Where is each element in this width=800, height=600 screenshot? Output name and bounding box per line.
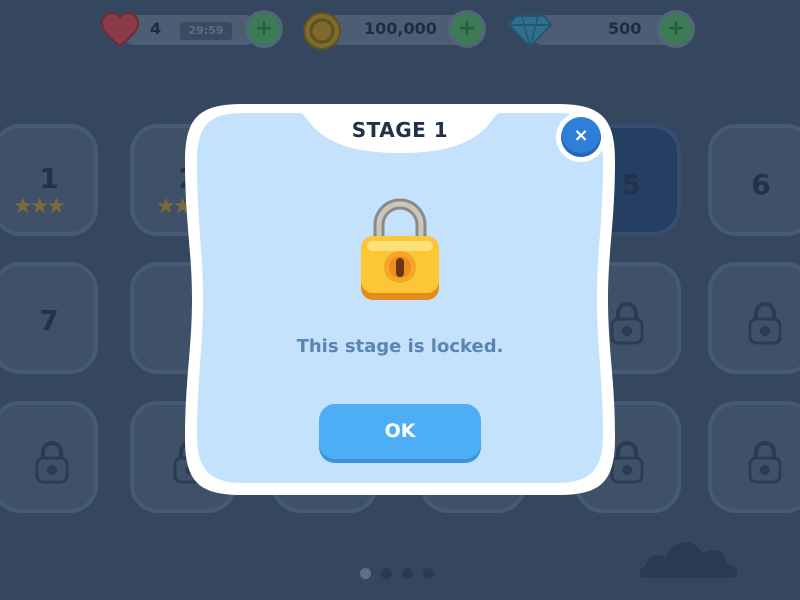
page-dot[interactable] — [381, 568, 392, 579]
stage-tile-7[interactable]: 7 — [0, 262, 98, 374]
gems-value: 500 — [608, 19, 642, 38]
stage-number: 5 — [621, 168, 641, 201]
stage-tile-locked[interactable] — [708, 262, 800, 374]
coins-value: 100,000 — [364, 19, 437, 38]
lock-icon — [748, 302, 782, 345]
ok-button[interactable]: OK — [319, 404, 481, 459]
close-button[interactable]: × — [556, 112, 606, 162]
page-dot[interactable] — [423, 568, 434, 579]
lives-counter: 4 29:59 + — [100, 10, 285, 50]
lives-timer: 29:59 — [180, 22, 232, 40]
locked-message: This stage is locked. — [296, 336, 504, 357]
stage-locked-dialog: STAGE 1 This stage is locked. OK × — [182, 101, 618, 498]
stage-tile-locked[interactable] — [708, 401, 800, 513]
stage-number: 6 — [751, 168, 771, 201]
stage-number: 1 — [39, 162, 59, 195]
heart-icon — [100, 12, 140, 48]
add-gems-button[interactable]: + — [657, 10, 695, 48]
add-lives-button[interactable]: + — [245, 10, 283, 48]
page-dot[interactable] — [402, 568, 413, 579]
stage-tile-1[interactable]: 1 ★★★ — [0, 124, 98, 236]
gem-icon — [508, 15, 552, 48]
dialog-title: STAGE 1 — [351, 118, 449, 142]
close-icon[interactable]: × — [561, 117, 601, 157]
coins-counter: 100,000 + — [302, 10, 492, 50]
add-coins-button[interactable]: + — [448, 10, 486, 48]
lives-value: 4 — [150, 19, 162, 38]
coin-icon — [303, 12, 341, 50]
page-dot[interactable] — [360, 568, 371, 579]
stage-stars: ★★★ — [13, 194, 66, 219]
stage-number: 7 — [39, 304, 59, 337]
page-indicator — [360, 564, 444, 583]
cloud-icon — [639, 542, 738, 578]
stage-tile-locked[interactable] — [0, 401, 98, 513]
stage-tile-6[interactable]: 6 — [708, 124, 800, 236]
padlock-icon — [361, 198, 439, 300]
gems-counter: 500 + — [508, 10, 698, 50]
lock-icon — [35, 441, 69, 484]
lock-icon — [748, 441, 782, 484]
